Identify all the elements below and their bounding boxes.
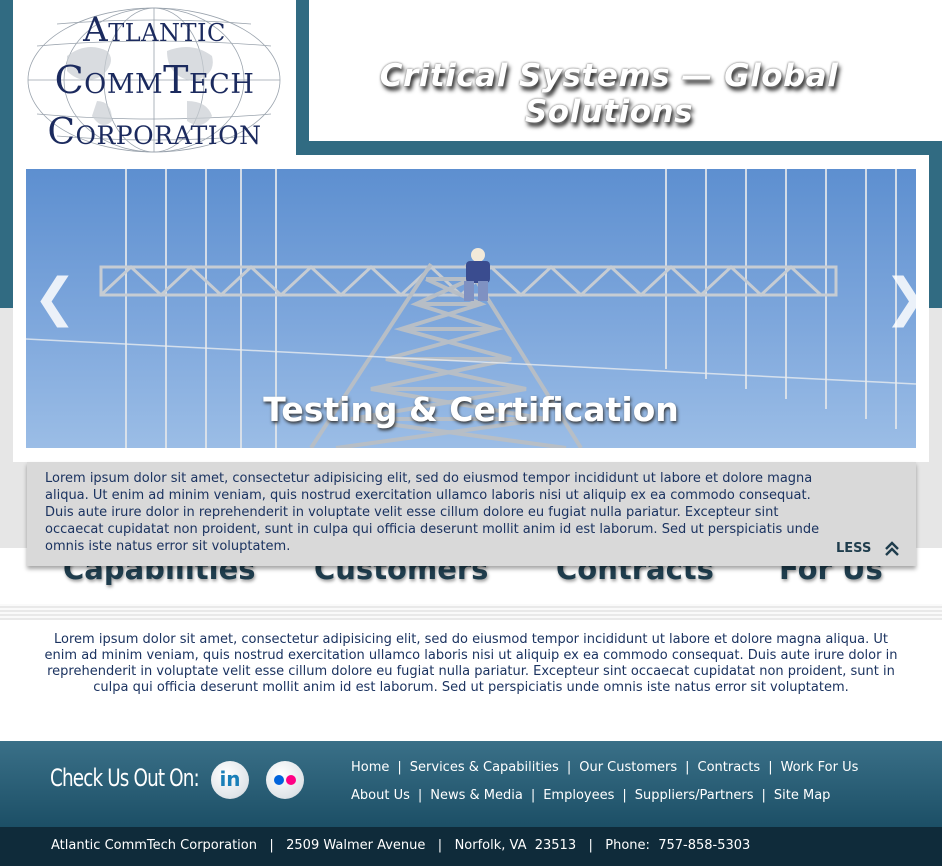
flickr-icon[interactable] [266,761,304,799]
divider [0,604,942,620]
double-chevron-up-icon [885,541,899,556]
footer-link-news[interactable]: News & Media [430,788,523,803]
logo-line-2: CommTech [54,58,255,102]
footer-link-contracts[interactable]: Contracts [698,760,761,775]
detail-text: Lorem ipsum dolor sit amet, consectetur … [45,471,820,554]
linkedin-icon[interactable]: in [211,761,249,799]
footer-link-site-map[interactable]: Site Map [774,788,831,803]
logo-line-3: Corporation [47,112,262,153]
slide-caption: Testing & Certification [263,390,679,429]
chevron-left-icon[interactable]: ❮ [33,272,77,324]
intro-paragraph: Lorem ipsum dolor sit amet, consectetur … [44,632,898,695]
footer-link-services[interactable]: Services & Capabilities [410,760,559,775]
tagline: Critical Systems — Global Solutions [379,58,839,130]
logo-line-1: Atlantic [83,10,226,50]
footer-link-customers[interactable]: Our Customers [579,760,677,775]
company-address: Atlantic CommTech Corporation | 2509 Wal… [51,838,751,853]
check-us-out-label: Check Us Out On: [50,764,200,792]
less-button[interactable]: LESS [836,540,902,558]
footer-link-work-for-us[interactable]: Work For Us [781,760,859,775]
logo[interactable]: Atlantic CommTech Corporation [13,0,296,160]
footer-link-suppliers[interactable]: Suppliers/Partners [635,788,754,803]
footer-link-home[interactable]: Home [351,760,389,775]
footer-link-employees[interactable]: Employees [543,788,614,803]
chevron-right-icon[interactable]: ❯ [884,272,928,324]
less-label: LESS [836,541,872,556]
footer-links-row-1: Home | Services & Capabilities | Our Custome… [351,760,859,775]
footer-links-row-2: About Us | News & Media | Employees | Supplier… [351,788,831,803]
footer-link-about[interactable]: About Us [351,788,410,803]
